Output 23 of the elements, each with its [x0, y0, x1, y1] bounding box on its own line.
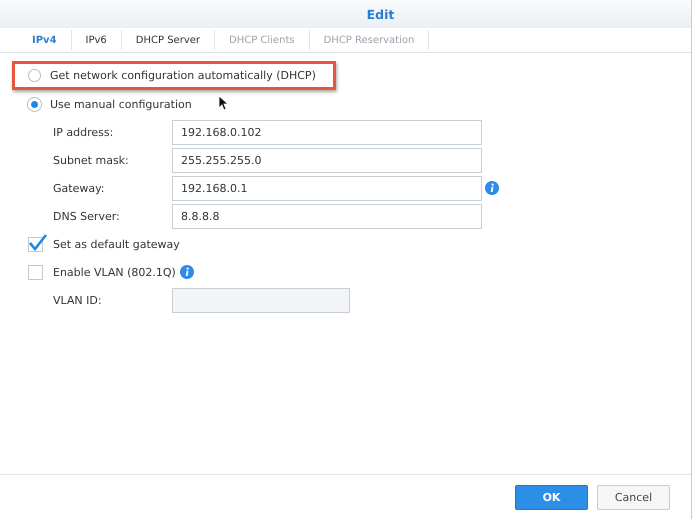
field-label: IP address:: [52, 126, 114, 138]
tab[interactable]: IPv6: [72, 30, 122, 50]
checkbox-label: Enable VLAN (802.1Q): [53, 266, 176, 278]
radio-button[interactable]: [28, 69, 41, 82]
field-label: Subnet mask:: [52, 154, 130, 166]
field-label: Gateway:: [52, 182, 106, 194]
cancel-button[interactable]: Cancel: [597, 484, 670, 510]
info-icon[interactable]: [180, 265, 194, 279]
input-field[interactable]: 8.8.8.8: [172, 204, 482, 228]
tab[interactable]: DHCP Server: [122, 30, 216, 50]
field-label: DNS Server:: [52, 210, 121, 222]
info-icon[interactable]: [485, 181, 499, 195]
tab[interactable]: IPv4: [18, 30, 72, 50]
input-field[interactable]: 192.168.0.1: [172, 176, 482, 200]
checkbox-label: Set as default gateway: [53, 238, 180, 250]
radio-label: Use manual configuration: [50, 98, 192, 110]
window-title: Edit: [366, 6, 394, 22]
input-field[interactable]: 192.168.0.102: [172, 120, 482, 144]
mouse-cursor-icon: [218, 95, 228, 111]
field-label: VLAN ID:: [52, 294, 103, 306]
input-field[interactable]: 255.255.255.0: [172, 148, 482, 172]
checkbox[interactable]: [28, 264, 43, 280]
radio-label: Get network configuration automatically (DHCP): [50, 69, 316, 82]
